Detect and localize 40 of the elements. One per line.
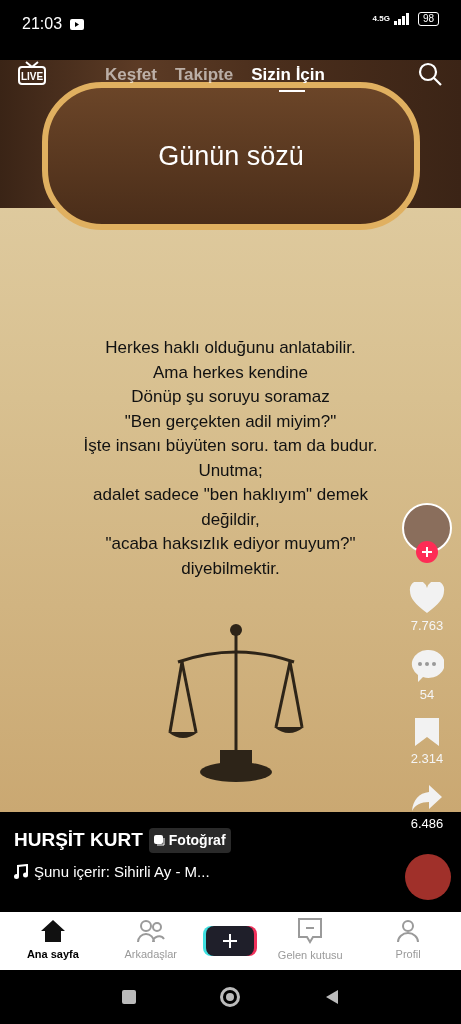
person-icon	[397, 919, 420, 944]
author-name[interactable]: HURŞİT KURT	[14, 826, 143, 855]
signal-icon	[393, 13, 410, 25]
quote-line: Dönüp şu soruyu soramaz	[131, 386, 330, 408]
search-icon[interactable]	[418, 62, 442, 86]
plus-icon	[223, 934, 238, 948]
action-count: 54	[419, 686, 435, 704]
status-time: 21:03	[22, 14, 63, 34]
music-note-icon	[14, 864, 28, 880]
quote-line: Herkes haklı olduğunu anlatabilir.	[105, 337, 356, 359]
action-count: 7.763	[410, 617, 444, 635]
plus-icon	[422, 547, 432, 557]
photo-badge: Fotoğraf	[148, 827, 231, 853]
home-icon	[39, 919, 66, 944]
action-count: 2.314	[410, 750, 444, 768]
home-button[interactable]	[219, 987, 240, 1007]
quote-line: diyebilmektir.	[181, 557, 280, 580]
battery-indicator: 98	[417, 12, 439, 26]
avatar[interactable]	[402, 503, 452, 553]
quote-line: değildir,	[201, 508, 260, 531]
feed-tab[interactable]: Takipte	[174, 62, 234, 88]
message-icon	[298, 918, 323, 945]
quote-line: Unutma;	[198, 459, 263, 482]
music-label[interactable]: Şunu içerir: Sihirli Ay - M...	[34, 860, 210, 883]
quote-line: İşte insanı büyüten soru. tam da budur.	[83, 435, 378, 457]
post-title: Günün sözü	[158, 139, 304, 173]
video-app-icon	[70, 18, 85, 30]
people-icon	[136, 919, 165, 944]
quote-line: "Ben gerçekten adil miyim?"	[124, 410, 337, 433]
feed-tab[interactable]: Keşfet	[105, 62, 157, 88]
follow-button[interactable]	[416, 541, 438, 563]
recents-button[interactable]	[121, 990, 136, 1004]
quote-line: "acaba haksızlık ediyor muyum?"	[105, 533, 356, 555]
nav-tab[interactable]: Ana sayfa	[10, 919, 95, 963]
quote-line: adalet sadece "ben haklıyım" demek	[93, 484, 368, 506]
quote-line: Ama herkes kendine	[153, 361, 308, 384]
network-type: 4.5G	[372, 13, 390, 25]
photo-icon	[153, 834, 165, 846]
create-button[interactable]	[206, 926, 255, 956]
action-count: 6.486	[410, 815, 444, 833]
